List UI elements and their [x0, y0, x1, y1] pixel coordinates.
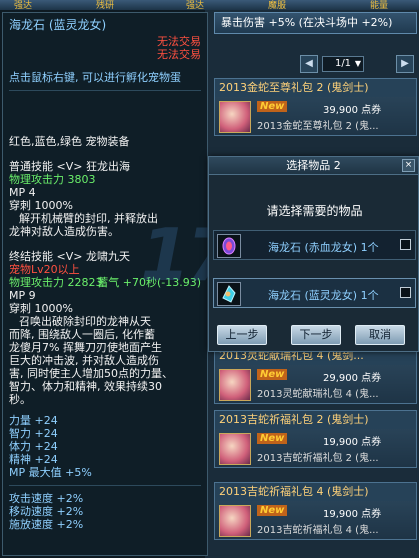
skill2-desc: 召唤出破除封印的龙神从天	[19, 315, 151, 328]
option-checkbox[interactable]	[400, 287, 411, 298]
package-name: 2013吉蛇祈福礼包 4 (鬼...	[257, 525, 379, 536]
select-item-dialog: 选择物品 2 × 请选择需要的物品 海龙石 (赤血龙女) 1个 海龙石 (蓝灵龙…	[208, 156, 419, 352]
divider	[9, 90, 201, 91]
divider	[9, 485, 201, 486]
package-price: 19,900 点券	[323, 437, 382, 448]
package-price: 39,900 点券	[323, 105, 382, 116]
crit-damage-bar: 暴击伤害 +5% (在决斗场中 +2%)	[214, 12, 417, 34]
package-item[interactable]: 2013吉蛇祈福礼包 2 (鬼剑士) New 19,900 点券 2013吉蛇祈…	[214, 410, 417, 468]
skill2-desc: 龙傻月7% 挥舞刀刃使地面产生	[9, 341, 162, 354]
equip-types: 红色,蓝色,绿色 宠物装备	[9, 135, 130, 148]
prev-step-button[interactable]: 上一步	[217, 325, 267, 345]
next-page-button[interactable]: ▶	[396, 55, 414, 73]
skill1-mp: MP 4	[9, 186, 36, 199]
option-label: 海龙石 (蓝灵龙女) 1个	[268, 289, 379, 302]
stat-strength: 力量 +24	[9, 414, 58, 427]
package-title: 2013吉蛇祈福礼包 2 (鬼剑士)	[215, 411, 416, 429]
package-title: 2013吉蛇祈福礼包 4 (鬼剑士)	[215, 483, 416, 501]
skill1-pierce: 穿刺 1000%	[9, 199, 73, 212]
skill2-charge: 蓄气 +70秒(-13.93)	[97, 276, 201, 289]
attack-speed: 攻击速度 +2%	[9, 492, 84, 505]
skill1-desc: 龙神对敌人造成伤害。	[9, 225, 119, 238]
red-dragon-stone-icon	[217, 234, 241, 258]
skill2-pierce: 穿刺 1000%	[9, 302, 73, 315]
top-tab-bar: 强达 残研 强达 魔服 能量	[0, 0, 419, 11]
skill2-desc: 秒。	[9, 393, 31, 406]
page-select[interactable]: 1/1 ▼	[322, 56, 364, 72]
skill2-mp: MP 9	[9, 289, 36, 302]
stat-spirit: 精神 +24	[9, 453, 58, 466]
package-thumbnail	[219, 369, 251, 401]
top-tab-1[interactable]: 强达	[14, 0, 32, 11]
chevron-down-icon: ▼	[354, 59, 361, 68]
trade-restriction: 无法交易	[157, 35, 201, 48]
dialog-prompt: 请选择需要的物品	[266, 204, 363, 218]
package-item[interactable]: 2013金蛇至尊礼包 2 (鬼剑士) New 39,900 点券 2013金蛇至…	[214, 78, 417, 136]
item-title: 海龙石 (蓝灵龙女)	[9, 18, 107, 32]
option-checkbox[interactable]	[400, 239, 411, 250]
skill2-desc: 而降, 围绕敌人一圈后, 化作蓄	[9, 328, 155, 341]
skill1-header: 普通技能 <V> 狂龙出海	[9, 160, 130, 173]
new-badge: New	[257, 505, 288, 516]
close-icon[interactable]: ×	[402, 159, 415, 172]
dialog-title: 选择物品 2	[209, 157, 418, 175]
skill2-desc: 巨大的冲击波, 并对敌人造成伤	[9, 354, 159, 367]
stat-max-mp: MP 最大值 +5%	[9, 466, 92, 479]
skill2-desc: 智力、体力和精神, 效果持续30	[9, 380, 162, 393]
stat-vitality: 体力 +24	[9, 440, 58, 453]
package-price: 29,900 点券	[323, 373, 382, 384]
package-item[interactable]: 2013吉蛇祈福礼包 4 (鬼剑士) New 19,900 点券 2013吉蛇祈…	[214, 482, 417, 540]
package-name: 2013灵蛇献瑞礼包 4 (鬼...	[257, 389, 379, 400]
package-thumbnail	[219, 433, 251, 465]
skill2-attack: 物理攻击力 22823	[9, 276, 103, 289]
skill1-attack: 物理攻击力 3803	[9, 173, 96, 186]
option-label: 海龙石 (赤血龙女) 1个	[268, 241, 379, 254]
item-tooltip: 海龙石 (蓝灵龙女) 无法交易 无法交易 点击鼠标右键, 可以进行孵化宠物蛋 红…	[2, 12, 208, 556]
top-tab-3[interactable]: 强达	[186, 0, 204, 11]
skill2-desc: 害, 同时使主人增加50点的力量、	[9, 367, 173, 380]
skill2-requirement: 宠物Lv20以上	[9, 263, 80, 276]
package-title: 2013金蛇至尊礼包 2 (鬼剑士)	[215, 79, 416, 97]
usage-hint: 点击鼠标右键, 可以进行孵化宠物蛋	[9, 71, 181, 84]
page-value: 1/1	[334, 58, 352, 69]
blue-dragon-stone-icon	[217, 282, 241, 306]
move-speed: 移动速度 +2%	[9, 505, 84, 518]
package-item[interactable]: 2013灵蛇献瑞礼包 4 (鬼剑... New 29,900 点券 2013灵蛇…	[214, 346, 417, 404]
new-badge: New	[257, 101, 288, 112]
new-badge: New	[257, 433, 288, 444]
option-blue-dragon-stone[interactable]: 海龙石 (蓝灵龙女) 1个	[213, 278, 416, 308]
top-tab-2[interactable]: 残研	[96, 0, 114, 11]
package-price: 19,900 点券	[323, 509, 382, 520]
cast-speed: 施放速度 +2%	[9, 518, 84, 531]
package-name: 2013吉蛇祈福礼包 2 (鬼...	[257, 453, 379, 464]
option-red-dragon-stone[interactable]: 海龙石 (赤血龙女) 1个	[213, 230, 416, 260]
cancel-button[interactable]: 取消	[355, 325, 405, 345]
trade-restriction: 无法交易	[157, 48, 201, 61]
package-thumbnail	[219, 505, 251, 537]
skill2-header: 终结技能 <V> 龙啸九天	[9, 250, 130, 263]
skill1-desc: 解开机械臂的封印, 并释放出	[19, 212, 158, 225]
package-thumbnail	[219, 101, 251, 133]
package-name: 2013金蛇至尊礼包 2 (鬼...	[257, 121, 379, 132]
new-badge: New	[257, 369, 288, 380]
prev-page-button[interactable]: ◀	[300, 55, 318, 73]
next-step-button[interactable]: 下一步	[291, 325, 341, 345]
stat-intelligence: 智力 +24	[9, 427, 58, 440]
